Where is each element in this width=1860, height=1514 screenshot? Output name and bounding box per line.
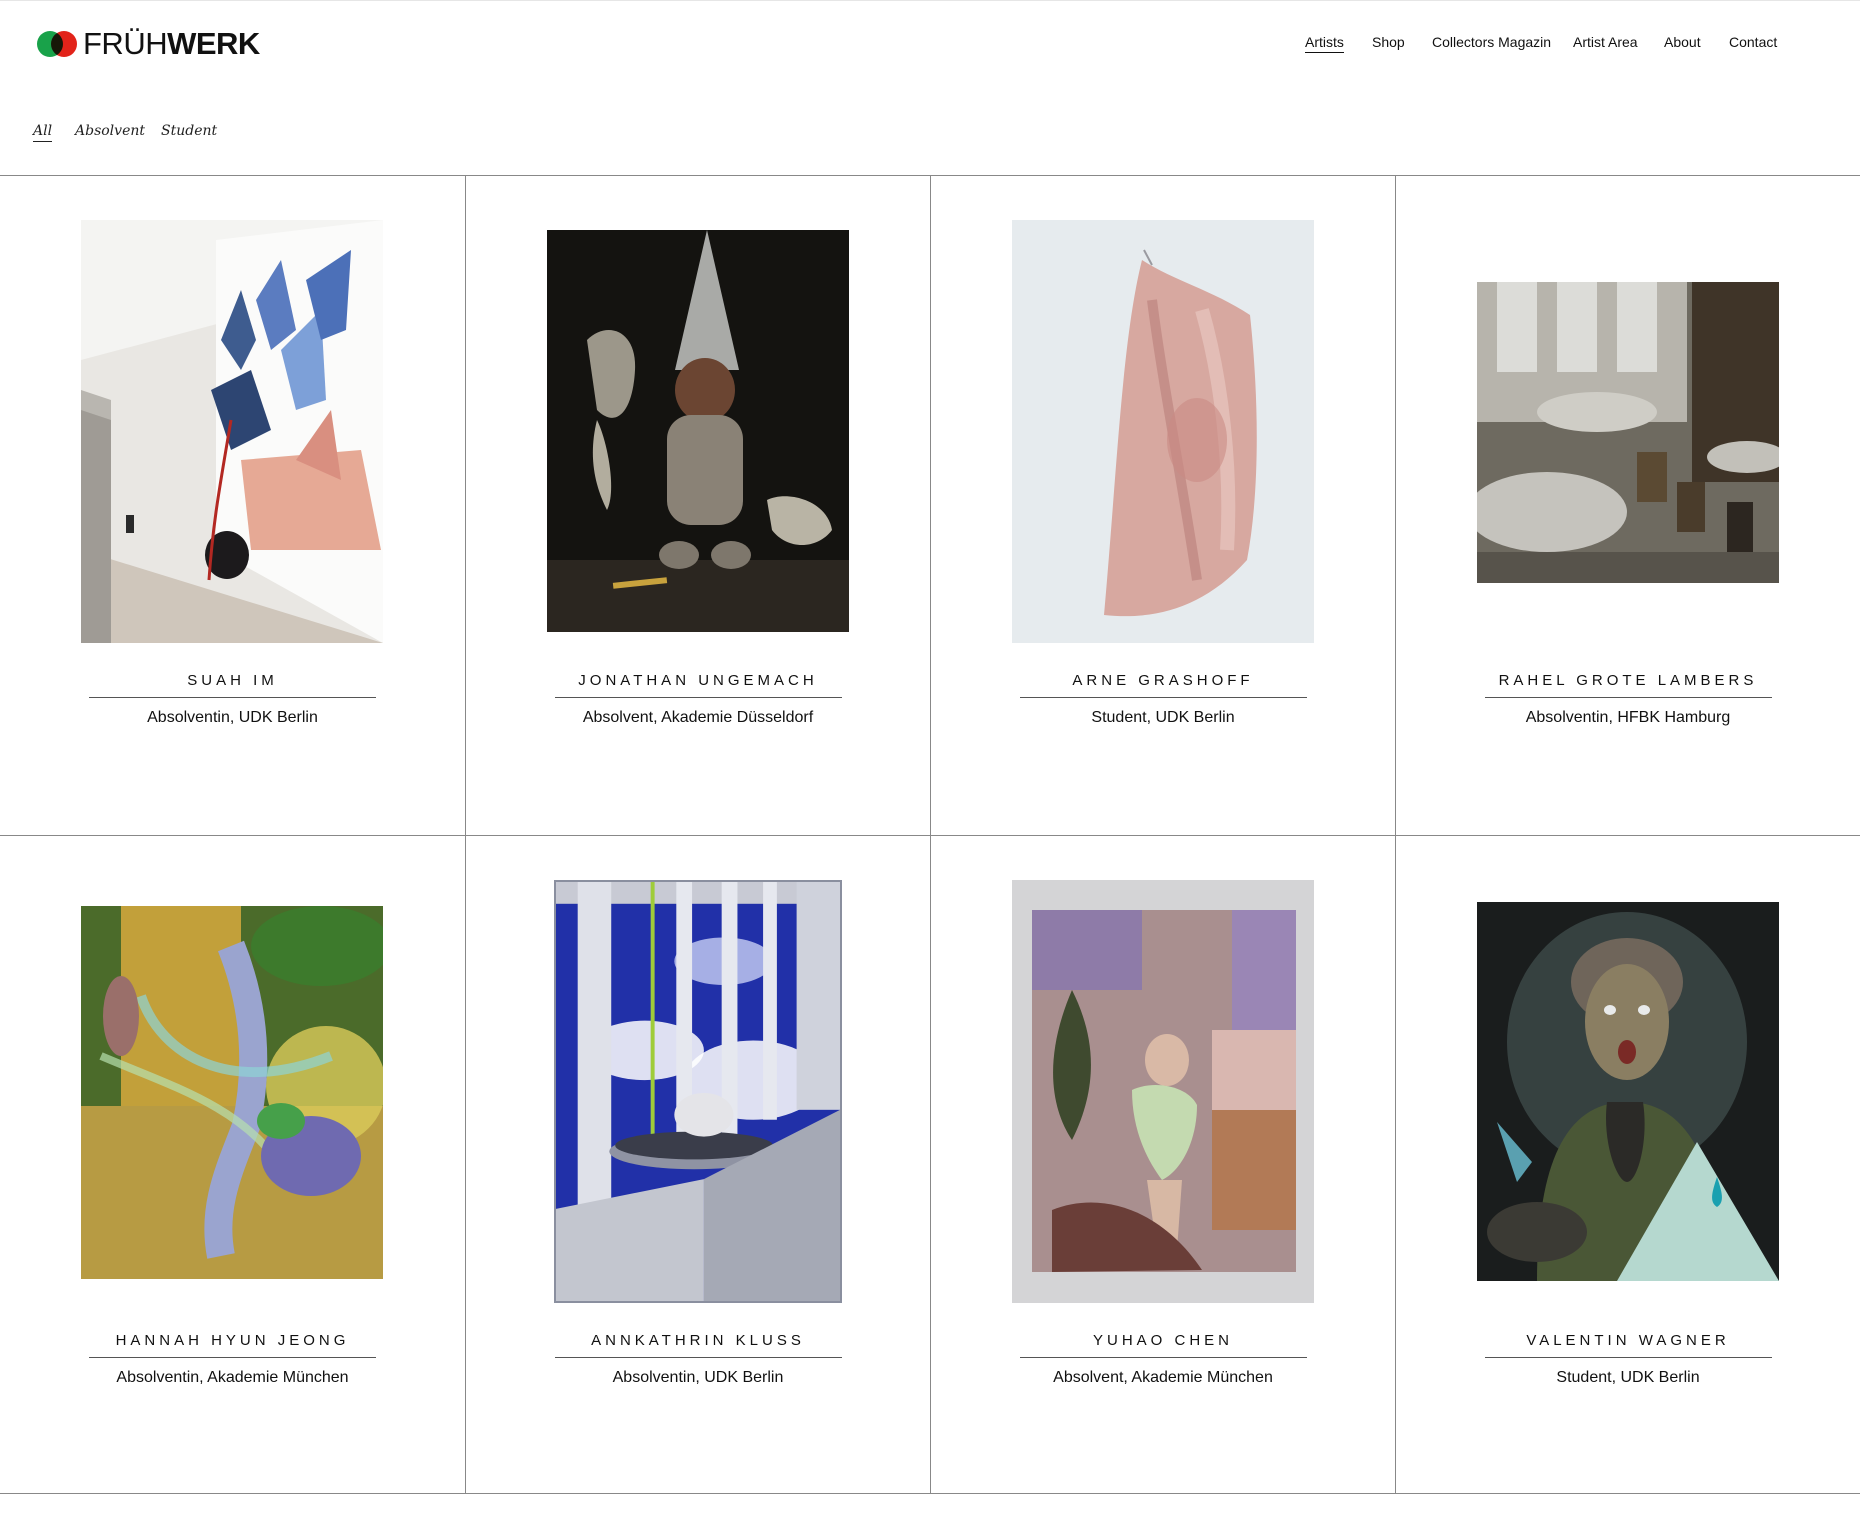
filter-student[interactable]: Student — [161, 121, 217, 141]
artwork-image[interactable] — [81, 906, 383, 1279]
artist-affiliation: Absolventin, Akademie München — [116, 1369, 349, 1386]
artist-affiliation: Absolvent, Akademie München — [1053, 1369, 1273, 1386]
artist-name[interactable]: RAHEL GROTE LAMBERS — [1396, 672, 1860, 689]
artist-filter-tabs: All Absolvent Student — [0, 121, 400, 145]
nav-shop[interactable]: Shop — [1372, 33, 1405, 51]
divider — [555, 1357, 842, 1358]
artist-card[interactable]: HANNAH HYUN JEONG Absolventin, Akademie … — [0, 835, 465, 1494]
artist-name[interactable]: VALENTIN WAGNER — [1396, 1332, 1860, 1349]
artist-name[interactable]: ARNE GRASHOFF — [931, 672, 1395, 689]
artist-affiliation: Student, UDK Berlin — [1556, 1369, 1700, 1386]
artwork-image[interactable] — [554, 880, 842, 1303]
artist-card[interactable]: ARNE GRASHOFF Student, UDK Berlin — [930, 176, 1395, 835]
divider — [1020, 1357, 1307, 1358]
main-nav: Artists Shop Collectors Magazin Artist A… — [0, 33, 1860, 53]
divider — [1485, 1357, 1772, 1358]
artist-affiliation: Absolventin, UDK Berlin — [612, 1369, 784, 1386]
artist-card[interactable]: SUAH IM Absolventin, UDK Berlin — [0, 176, 465, 835]
nav-contact[interactable]: Contact — [1729, 33, 1777, 51]
artist-card[interactable]: RAHEL GROTE LAMBERS Absolventin, HFBK Ha… — [1395, 176, 1860, 835]
artist-name[interactable]: JONATHAN UNGEMACH — [466, 672, 930, 689]
artist-card[interactable]: VALENTIN WAGNER Student, UDK Berlin — [1395, 835, 1860, 1494]
artist-name[interactable]: SUAH IM — [0, 672, 465, 689]
divider — [1020, 697, 1307, 698]
artwork-image[interactable] — [547, 230, 849, 632]
nav-artists[interactable]: Artists — [1305, 33, 1344, 53]
divider — [1485, 697, 1772, 698]
artist-affiliation: Absolvent, Akademie Düsseldorf — [582, 709, 814, 726]
artwork-image[interactable] — [1012, 220, 1314, 643]
artist-card[interactable]: ANNKATHRIN KLUSS Absolventin, UDK Berlin — [465, 835, 930, 1494]
artwork-image[interactable] — [1477, 282, 1779, 583]
divider — [89, 697, 376, 698]
artist-affiliation: Student, UDK Berlin — [1091, 709, 1235, 726]
artist-card[interactable]: YUHAO CHEN Absolvent, Akademie München — [930, 835, 1395, 1494]
artist-affiliation: Absolventin, UDK Berlin — [147, 709, 318, 726]
filter-all[interactable]: All — [33, 121, 53, 142]
artist-affiliation: Absolventin, HFBK Hamburg — [1525, 709, 1731, 726]
filter-absolvent[interactable]: Absolvent — [75, 121, 145, 141]
artwork-image[interactable] — [81, 220, 383, 643]
nav-artist-area[interactable]: Artist Area — [1573, 33, 1638, 51]
artwork-image[interactable] — [1477, 902, 1779, 1281]
artist-name[interactable]: HANNAH HYUN JEONG — [0, 1332, 465, 1349]
artist-name[interactable]: YUHAO CHEN — [931, 1332, 1395, 1349]
nav-about[interactable]: About — [1664, 33, 1701, 51]
artist-name[interactable]: ANNKATHRIN KLUSS — [466, 1332, 930, 1349]
divider — [89, 1357, 376, 1358]
artist-grid: SUAH IM Absolventin, UDK Berlin JONATHAN… — [0, 175, 1860, 1494]
site-header: FRÜHWERK Artists Shop Collectors Magazin… — [0, 0, 1860, 170]
artwork-image[interactable] — [1012, 880, 1314, 1303]
divider — [555, 697, 842, 698]
nav-collectors-magazin[interactable]: Collectors Magazin — [1432, 33, 1551, 51]
artist-card[interactable]: JONATHAN UNGEMACH Absolvent, Akademie Dü… — [465, 176, 930, 835]
